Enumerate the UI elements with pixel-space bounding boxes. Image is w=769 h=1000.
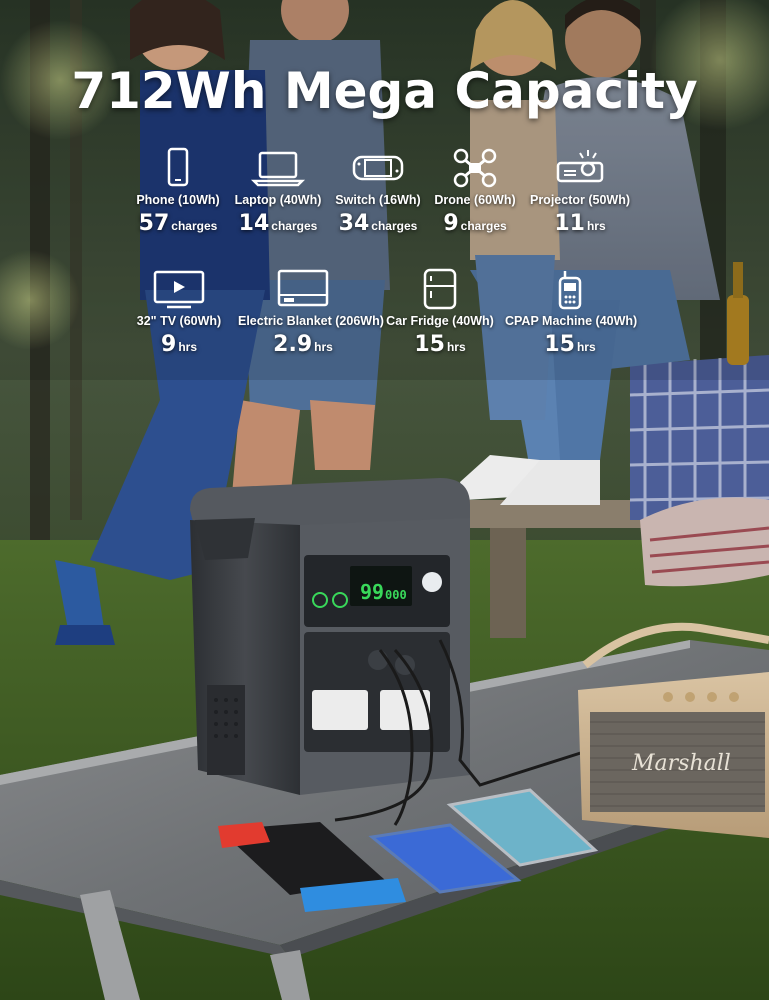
device-value: 15 [414, 332, 445, 357]
device-item-tv: 32" TV (60Wh) 9 hrs [114, 268, 244, 357]
car-fridge-icon [423, 268, 457, 310]
device-item-electric-blanket: Electric Blanket (206Wh) 2.9 hrs [238, 268, 384, 357]
device-item-cpap-machine: CPAP Machine (40Wh) 15 hrs [505, 268, 638, 357]
device-value: 15 [544, 332, 575, 357]
tv-icon [153, 270, 205, 309]
drone-icon [453, 148, 497, 188]
projector-icon [556, 150, 604, 183]
device-value: 9 [443, 211, 459, 236]
device-value: 2.9 [273, 332, 313, 357]
lcd-readout-a: 99 [360, 580, 384, 604]
device-label: Projector (50Wh) [529, 193, 630, 207]
device-item-projector: Projector (50Wh) 11 hrs [515, 147, 645, 236]
device-unit: hrs [576, 340, 596, 354]
device-value: 9 [161, 332, 177, 357]
device-value: 14 [238, 211, 270, 236]
product-banner: 99 000 Marshall 712Wh Mega Capacity Phon… [0, 0, 769, 1000]
device-unit: charges [171, 219, 218, 233]
laptop-icon [250, 151, 306, 187]
device-value: 11 [554, 211, 585, 236]
headline: 712Wh Mega Capacity [71, 62, 698, 120]
cpap-machine-icon [558, 271, 582, 310]
device-unit: charges [460, 219, 507, 233]
speaker-brand-logo: Marshall [631, 751, 731, 776]
device-unit: hrs [314, 340, 333, 354]
phone-icon [167, 147, 189, 187]
device-unit: charges [271, 219, 318, 233]
device-value: 57 [138, 211, 170, 236]
device-label: Car Fridge (40Wh) [386, 314, 494, 328]
device-item-car-fridge: Car Fridge (40Wh) 15 hrs [375, 268, 505, 357]
device-label: 32" TV (60Wh) [136, 314, 222, 328]
lcd-readout-b: 000 [385, 588, 407, 602]
electric-blanket-icon [277, 269, 329, 307]
device-value: 34 [338, 211, 370, 236]
device-unit: hrs [446, 340, 466, 354]
switch-console-icon [352, 155, 404, 181]
device-label: Electric Blanket (206Wh) [238, 314, 384, 328]
device-label: CPAP Machine (40Wh) [505, 314, 638, 328]
device-unit: hrs [178, 340, 197, 354]
device-unit: hrs [586, 219, 606, 233]
